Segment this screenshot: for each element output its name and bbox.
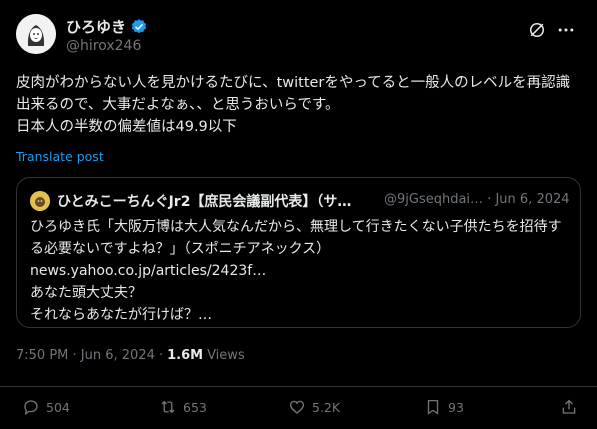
quoted-meta: @9jGseqhdai… · Jun 6, 2024: [384, 192, 570, 207]
reply-button[interactable]: 504: [22, 398, 70, 416]
author-avatar[interactable]: [16, 14, 56, 54]
quoted-tweet[interactable]: ひとみこーちんぐJr2【庶民会議副代表】（サ… @9jGseqhdai… · J…: [16, 177, 581, 328]
verified-badge-icon: [131, 18, 147, 33]
quoted-author-handle[interactable]: @9jGseqhdai…: [384, 192, 483, 207]
tweet-text: 皮肉がわからない人を見かけるたびに、twitterをやってると一般人のレベルを再…: [16, 75, 571, 135]
repost-button[interactable]: 653: [159, 398, 207, 416]
views-count: 1.6M: [167, 348, 204, 363]
like-count: 5.2K: [312, 399, 341, 415]
bookmark-button[interactable]: 93: [424, 398, 464, 416]
grok-icon[interactable]: [527, 20, 547, 40]
share-icon: [562, 399, 576, 414]
quoted-text-main: ひろゆき氏「大阪万博は大人気なんだから、無理して行きたくない子供たちを招待する必…: [30, 219, 562, 257]
bookmark-icon: [427, 399, 439, 415]
quoted-text-tail: あなた頭大丈夫？ それならあなたが行けば？…: [30, 285, 212, 323]
author-name[interactable]: ひろゆき: [66, 16, 126, 37]
divider: [0, 386, 597, 387]
quoted-author-avatar[interactable]: [30, 191, 50, 211]
views-label: Views: [207, 348, 245, 363]
repost-icon: [161, 400, 175, 414]
author-name-row: ひろゆき: [66, 16, 148, 37]
repost-count: 653: [183, 399, 207, 415]
quoted-link[interactable]: news.yahoo.co.jp/articles/2423f…: [30, 260, 570, 282]
tweet-timestamp[interactable]: 7:50 PM · Jun 6, 2024 ·: [16, 348, 163, 363]
quoted-text: ひろゆき氏「大阪万博は大人気なんだから、無理して行きたくない子供たちを招待する必…: [30, 216, 570, 326]
tweet-meta-row: 7:50 PM · Jun 6, 2024 · 1.6M Views: [16, 348, 245, 363]
reply-icon: [24, 400, 38, 416]
reply-count: 504: [46, 399, 70, 415]
share-button[interactable]: [560, 398, 578, 416]
heart-icon: [289, 400, 305, 414]
action-bar: 504 653 5.2K 93: [16, 398, 581, 422]
bookmark-count: 93: [448, 399, 464, 415]
quoted-author-name[interactable]: ひとみこーちんぐJr2【庶民会議副代表】（サ…: [57, 191, 377, 211]
like-button[interactable]: 5.2K: [288, 398, 340, 416]
author-handle[interactable]: @hirox246: [66, 38, 141, 54]
quoted-date: · Jun 6, 2024: [487, 192, 570, 207]
tweet-header: ひろゆき @hirox246: [16, 14, 581, 62]
translate-post-link[interactable]: Translate post: [16, 149, 104, 164]
more-options-icon[interactable]: [555, 20, 577, 40]
